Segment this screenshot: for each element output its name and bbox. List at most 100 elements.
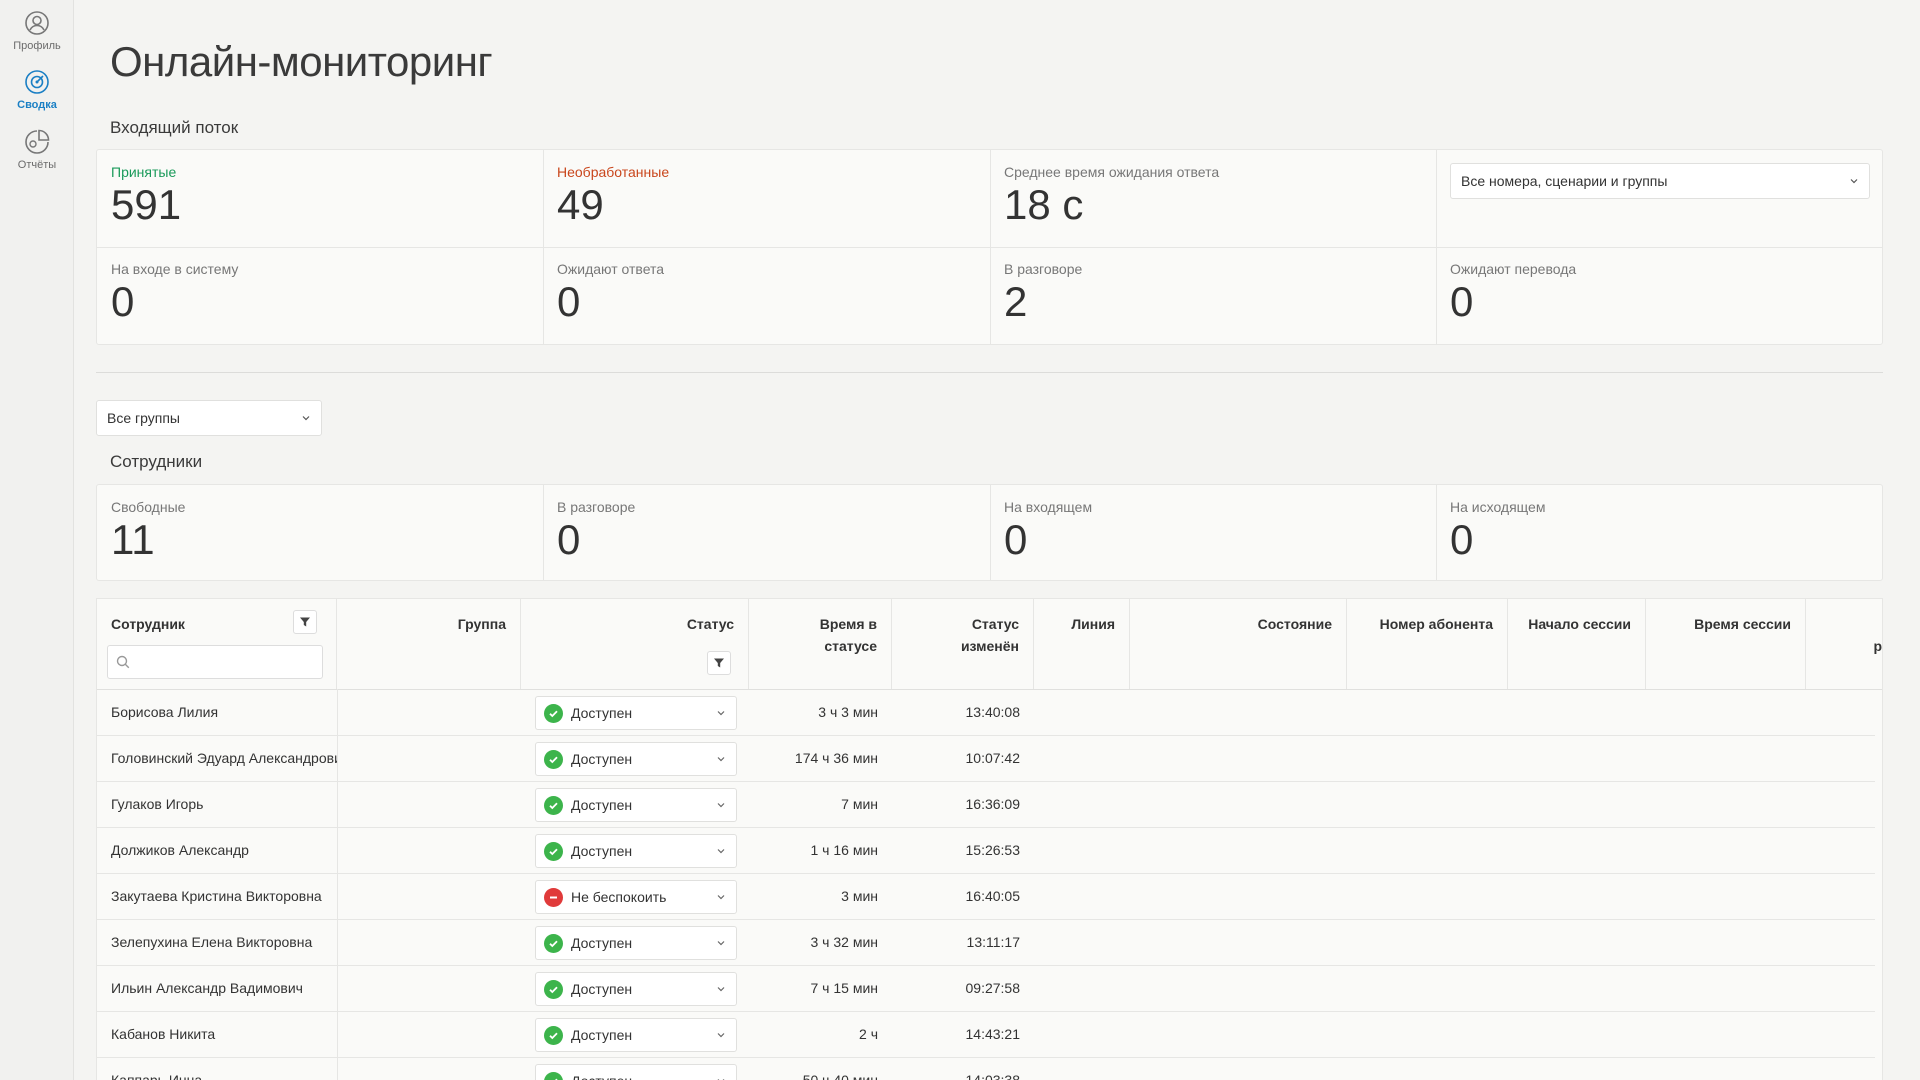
stat-avg-wait-label: Среднее время ожидания ответа [1004, 164, 1220, 180]
available-status-icon [544, 749, 563, 769]
nav-label-profile: Профиль [13, 40, 61, 52]
available-status-icon [544, 703, 563, 723]
status-changed-time: 14:03:38 [965, 1072, 1021, 1080]
chevron-down-icon [717, 711, 725, 716]
status-select[interactable]: Доступен [535, 1018, 737, 1052]
group-filter-value: Все группы [107, 410, 180, 426]
employee-name: Зелепухина Елена Викторовна [111, 934, 313, 950]
numbers-select-value: Все номера, сценарии и группы [1461, 173, 1668, 189]
time-in-status: 2 ч [859, 1026, 878, 1042]
checkmark-icon [549, 848, 558, 855]
table-row[interactable]: Ильин Александр Вадимович Доступен 7 ч 15 … [97, 966, 1875, 1012]
stat-awaiting-transfer-label: Ожидают перевода [1450, 261, 1577, 277]
checkmark-icon [549, 710, 558, 717]
status-select[interactable]: Доступен [535, 742, 737, 776]
sidebar: Профиль Сводка Отчёты [0, 0, 74, 1080]
checkmark-icon [549, 986, 558, 993]
status-label: Доступен [571, 705, 633, 721]
chevron-down-icon [717, 803, 725, 808]
stat-awaiting-answer-label: Ожидают ответа [557, 261, 665, 277]
checkmark-icon [554, 1078, 558, 1080]
stat-accepted-label: Принятые [111, 164, 177, 180]
col-header-state[interactable]: Состояние [1130, 599, 1347, 689]
stat-free: Свободные 11 [97, 485, 543, 561]
nav-item-profile[interactable]: Профиль [0, 10, 74, 52]
chevron-down-icon [717, 941, 725, 946]
col-header-employee-label: Сотрудник [111, 616, 185, 632]
employee-name: Борисова Лилия [111, 704, 219, 720]
table-row[interactable]: Зелепухина Елена Викторовна Доступен 3 ч 3… [97, 920, 1875, 966]
time-in-status: 174 ч 36 мин [794, 750, 878, 766]
col-header-line[interactable]: Линия [1034, 599, 1130, 689]
status-select[interactable]: Доступен [535, 926, 737, 960]
reports-icon [25, 129, 50, 154]
col-header-status[interactable]: Статус [521, 599, 749, 689]
available-status-icon [544, 1025, 563, 1045]
status-changed-time: 13:40:08 [965, 704, 1021, 720]
col-header-group[interactable]: Группа [337, 599, 521, 689]
filter-icon [714, 658, 724, 668]
status-label: Доступен [571, 1073, 716, 1080]
col-header-time-in-status-line1: Время в [819, 616, 877, 632]
checkmark-icon [549, 802, 558, 809]
status-filter-button[interactable] [707, 651, 731, 675]
status-label: Доступен [571, 843, 633, 859]
stat-in-talk-value: 2 [1004, 278, 1028, 325]
stat-unprocessed-label: Необработанные [557, 164, 670, 180]
table-row[interactable]: Головинский Эдуард Александрович Доступен… [97, 736, 1875, 782]
status-select[interactable]: Доступен [535, 1064, 737, 1080]
summary-icon [25, 70, 49, 94]
employee-name: Закутаева Кристина Викторовна [111, 888, 322, 904]
col-header-session-time[interactable]: Время сессии [1646, 599, 1806, 689]
table-row[interactable]: Кабанов Никита Доступен 2 ч 14:43:21 [97, 1012, 1875, 1058]
time-in-status: 3 мин [841, 888, 878, 904]
available-status-icon [544, 841, 563, 861]
stat-awaiting-answer-value: 0 [557, 278, 581, 325]
status-select[interactable]: Доступен [535, 788, 737, 822]
stat-unprocessed: Необработанные 49 [543, 150, 990, 226]
status-label: Доступен [571, 935, 633, 951]
time-in-status: 1 ч 16 мин [810, 842, 879, 858]
stat-emp-outgoing: На исходящем 0 [1436, 485, 1882, 561]
employee-filter-button[interactable] [293, 610, 317, 634]
group-filter-select[interactable]: Все группы [96, 400, 322, 436]
status-select[interactable]: Не беспокоить [535, 880, 737, 914]
checkmark-icon [549, 756, 558, 763]
stat-emp-in-talk-value: 0 [557, 516, 581, 563]
nav-item-reports[interactable]: Отчёты [0, 129, 74, 171]
stat-emp-in-talk: В разговоре 0 [543, 485, 990, 561]
table-row[interactable]: Борисова Лилия Доступен 3 ч 3 мин 13:40:08 [97, 690, 1875, 736]
status-label: Доступен [571, 751, 633, 767]
col-header-session-start[interactable]: Начало сессии [1508, 599, 1646, 689]
stat-emp-incoming-value: 0 [1004, 516, 1028, 563]
page-title: Онлайн-мониторинг [110, 38, 493, 85]
employee-search[interactable] [107, 645, 323, 679]
available-status-icon [544, 979, 563, 999]
col-header-status-changed[interactable]: Статус изменён [892, 599, 1034, 689]
chevron-down-icon [717, 849, 725, 854]
chevron-down-icon [717, 1079, 725, 1080]
stat-in-talk: В разговоре 2 [990, 247, 1436, 323]
table-row[interactable]: Каппарь Инна Доступен 50 ч 40 мин 14:03:38 [97, 1058, 1875, 1080]
chevron-down-icon [302, 416, 310, 421]
status-select[interactable]: Доступен [535, 972, 737, 1006]
nav-item-summary[interactable]: Сводка [0, 69, 74, 111]
status-select[interactable]: Доступен [535, 834, 737, 868]
employee-search-input[interactable] [136, 654, 316, 670]
time-in-status: 7 ч 15 мин [810, 980, 879, 996]
col-header-subscriber[interactable]: Номер абонента [1347, 599, 1508, 689]
table-row[interactable]: Закутаева Кристина Викторовна Не беспокои… [97, 874, 1875, 920]
status-select[interactable]: Доступен [535, 696, 737, 730]
status-changed-time: 15:26:53 [965, 842, 1021, 858]
numbers-scenarios-groups-select[interactable]: Все номера, сценарии и группы [1450, 163, 1870, 199]
employees-stats-card: Свободные 11 В разговоре 0 На входящем 0… [96, 484, 1883, 581]
col-header-time-in-status[interactable]: Время в статусе [749, 599, 892, 689]
stat-awaiting-answer: Ожидают ответа 0 [543, 247, 990, 323]
col-header-status-label: Статус [686, 616, 734, 632]
table-row[interactable]: Должиков Александр Доступен 1 ч 16 мин 15:2… [97, 828, 1875, 874]
employee-name: Каппарь Инна [111, 1072, 203, 1080]
table-row[interactable]: Гулаков Игорь Доступен 7 мин 16:36:09 [97, 782, 1875, 828]
chevron-down-icon [717, 987, 725, 992]
stat-emp-incoming: На входящем 0 [990, 485, 1436, 561]
col-header-extra[interactable]: р [1806, 599, 1882, 689]
